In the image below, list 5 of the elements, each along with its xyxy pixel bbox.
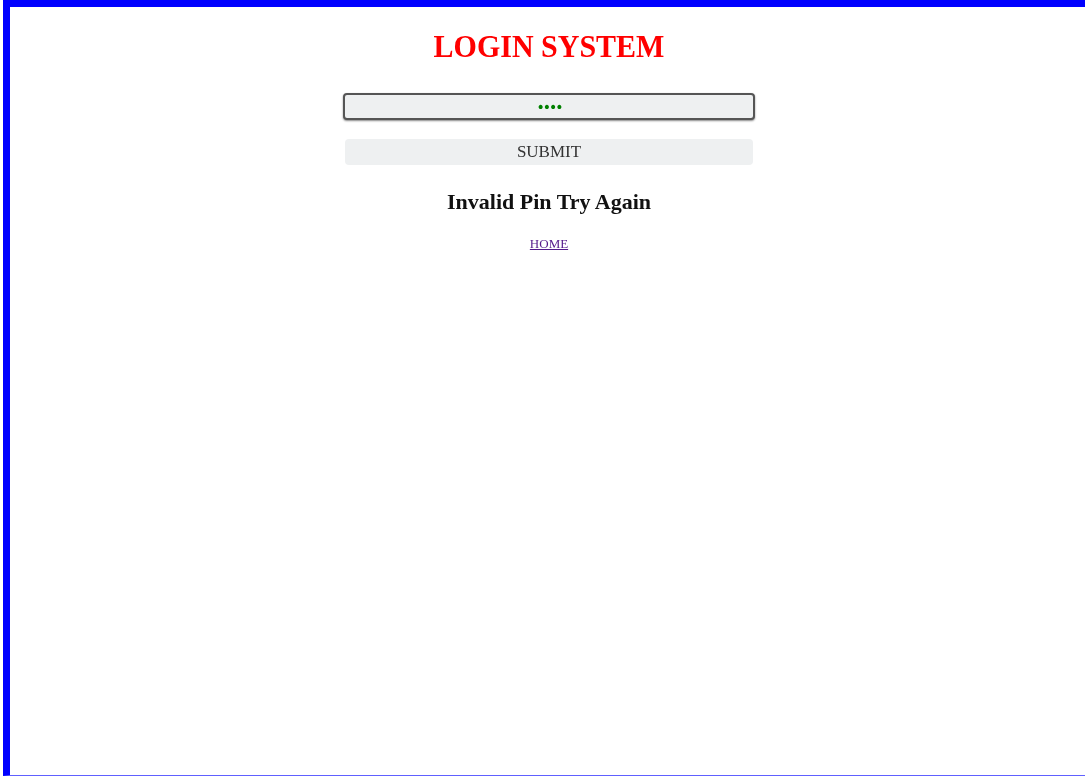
- pin-field[interactable]: ••••: [343, 93, 755, 120]
- page-title: LOGIN SYSTEM: [433, 28, 665, 66]
- home-link[interactable]: HOME: [529, 236, 569, 252]
- error-message: Invalid Pin Try Again: [447, 188, 651, 216]
- submit-button[interactable]: SUBMIT: [345, 139, 753, 165]
